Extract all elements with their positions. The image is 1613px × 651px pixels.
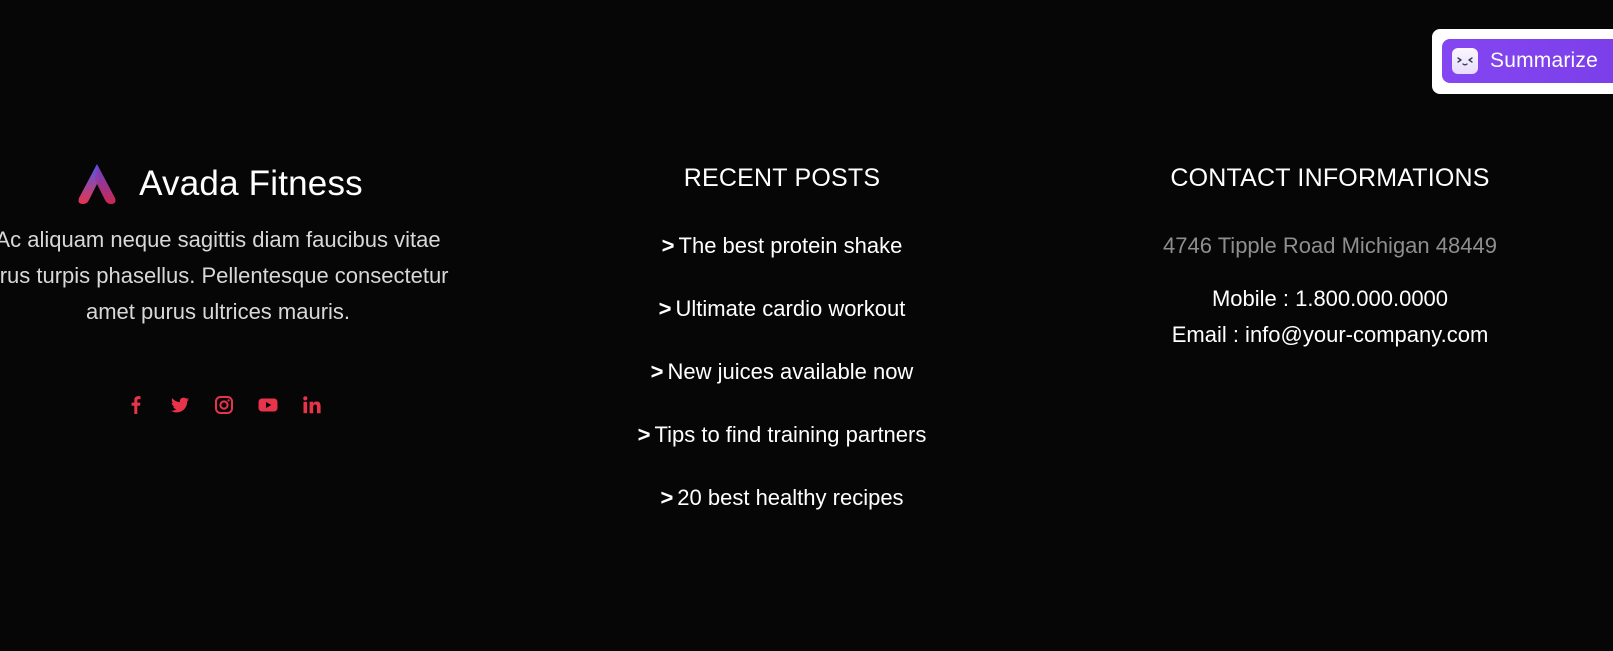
contact-column: CONTACT INFORMATIONS 4746 Tipple Road Mi… <box>1110 163 1550 353</box>
post-link-label: New juices available now <box>667 359 914 384</box>
avada-logo-icon <box>78 164 116 204</box>
chevron-right-icon: > <box>650 359 664 384</box>
summarize-widget: Summarize <box>1432 29 1613 94</box>
twitter-link[interactable] <box>170 395 190 415</box>
instagram-link[interactable] <box>214 395 234 415</box>
chevron-right-icon: > <box>661 233 675 258</box>
footer: Avada Fitness Ac aliquam neque sagittis … <box>0 0 1613 651</box>
summarize-button[interactable]: Summarize <box>1442 39 1613 83</box>
contact-email[interactable]: Email : info@your-company.com <box>1110 317 1550 353</box>
chevron-right-icon: > <box>660 485 674 510</box>
brand-name: Avada Fitness <box>139 164 363 203</box>
brand-logo-link[interactable]: Avada Fitness <box>0 160 436 208</box>
facebook-icon <box>131 396 141 414</box>
summarize-label: Summarize <box>1490 49 1598 72</box>
linkedin-icon <box>303 396 321 414</box>
brand-column: Avada Fitness Ac aliquam neque sagittis … <box>0 160 449 330</box>
list-item[interactable]: > The best protein shake <box>560 233 1004 259</box>
brand-description-line: amet purus ultrices mauris. <box>85 299 351 324</box>
post-link-label: Tips to find training partners <box>654 422 927 447</box>
recent-posts-title: RECENT POSTS <box>683 164 881 192</box>
post-link-label: Ultimate cardio workout <box>675 296 906 321</box>
instagram-icon <box>215 396 233 414</box>
list-item[interactable]: > New juices available now <box>560 359 1004 385</box>
summarize-face-icon <box>1452 48 1478 74</box>
contact-mobile[interactable]: Mobile : 1.800.000.0000 <box>1110 281 1550 317</box>
list-item[interactable]: > Tips to find training partners <box>560 422 1004 448</box>
twitter-icon <box>171 397 189 413</box>
list-item[interactable]: > Ultimate cardio workout <box>560 296 1004 322</box>
brand-description-line: urus turpis phasellus. Pellentesque cons… <box>0 263 449 288</box>
post-link-label: The best protein shake <box>678 233 903 258</box>
youtube-link[interactable] <box>258 395 278 415</box>
recent-posts-list: > The best protein shake > Ultimate cardio… <box>560 233 1004 511</box>
post-link-label: 20 best healthy recipes <box>677 485 904 510</box>
brand-description-line: Ac aliquam neque sagittis diam faucibus … <box>0 227 441 252</box>
contact-title: CONTACT INFORMATIONS <box>1170 164 1490 192</box>
linkedin-link[interactable] <box>302 395 322 415</box>
chevron-right-icon: > <box>658 296 672 321</box>
brand-description: Ac aliquam neque sagittis diam faucibus … <box>0 222 453 330</box>
recent-posts-column: RECENT POSTS > The best protein shake > Ul… <box>560 163 1004 548</box>
facebook-link[interactable] <box>126 395 146 415</box>
youtube-icon <box>258 398 278 412</box>
list-item[interactable]: >20 best healthy recipes <box>560 485 1004 511</box>
contact-address: 4746 Tipple Road Michigan 48449 <box>1163 233 1497 258</box>
social-links <box>0 395 442 415</box>
chevron-right-icon: > <box>637 422 651 447</box>
contact-details: Mobile : 1.800.000.0000 Email : info@you… <box>1110 281 1550 353</box>
